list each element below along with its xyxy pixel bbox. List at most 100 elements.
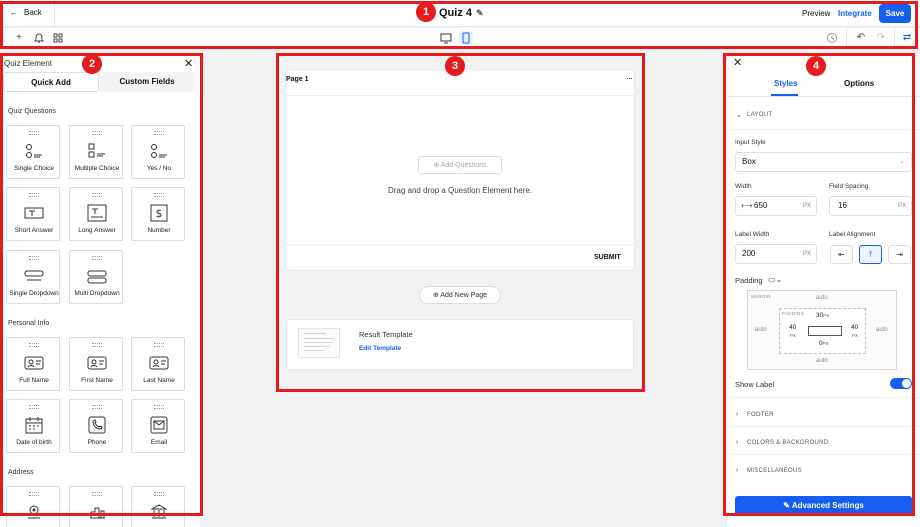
align-right-icon[interactable]: ⇥ — [888, 245, 911, 264]
svg-text:$: $ — [156, 207, 163, 220]
input-style-label: Input Style — [735, 139, 766, 146]
tile-number[interactable]: $ Number — [131, 187, 185, 241]
drag-handle-icon — [154, 405, 164, 409]
save-button[interactable]: Save — [879, 4, 911, 23]
quiz-title-text: Quiz 4 — [439, 7, 473, 19]
tile-address-1[interactable] — [6, 486, 60, 527]
width-label: Width — [735, 183, 752, 190]
submit-button[interactable]: SUBMIT — [594, 254, 621, 261]
tile-label: Multi Dropdown — [74, 290, 120, 297]
drag-handle-icon — [92, 343, 102, 347]
bell-icon[interactable] — [33, 32, 45, 44]
width-value: 650 — [754, 201, 768, 210]
close-icon[interactable]: ✕ — [184, 57, 193, 70]
tile-yes-no[interactable]: Yes / No — [131, 125, 185, 179]
tile-multiple-choice[interactable]: Multiple Choice — [69, 125, 123, 179]
device-select-icon[interactable]: ▭⌄ — [768, 275, 782, 284]
short-answer-icon — [24, 207, 44, 219]
show-label-toggle[interactable] — [890, 378, 912, 389]
tile-label: Number — [147, 227, 171, 234]
tile-email[interactable]: Email — [131, 399, 185, 453]
tile-single-choice[interactable]: Single Choice — [6, 125, 60, 179]
field-spacing-label: Field Spacing — [829, 183, 869, 190]
redo-icon[interactable]: ↷ — [875, 32, 887, 44]
plus-circle-icon: ⊕ — [432, 292, 439, 299]
divider — [727, 397, 920, 398]
margin-top[interactable]: auto — [816, 295, 828, 301]
accordion-layout[interactable]: ⌄ LAYOUT — [727, 103, 920, 129]
padding-top[interactable]: 30PX — [816, 312, 829, 319]
tile-long-answer[interactable]: Long Answer — [69, 187, 123, 241]
section-address: Address — [8, 469, 34, 476]
close-icon[interactable]: ✕ — [733, 56, 742, 69]
tab-custom-fields[interactable]: Custom Fields — [99, 72, 195, 92]
margin-left[interactable]: auto — [755, 327, 767, 333]
tab-quick-add[interactable]: Quick Add — [3, 72, 99, 92]
section-quiz-questions: Quiz Questions — [8, 108, 56, 115]
undo-icon[interactable]: ↶ — [855, 32, 867, 44]
tab-options[interactable]: Options — [844, 79, 874, 88]
section-personal-info: Personal Info — [8, 320, 50, 327]
tile-label: Full Name — [19, 377, 49, 384]
tile-last-name[interactable]: Last Name — [131, 337, 185, 391]
tile-address-3[interactable] — [131, 486, 185, 527]
tile-multi-dropdown[interactable]: Multi Dropdown — [69, 250, 123, 304]
add-new-page-button[interactable]: ⊕ Add New Page — [419, 286, 501, 304]
align-top-icon[interactable]: ⤒ — [859, 245, 882, 264]
padding-label: Padding — [735, 276, 763, 285]
desktop-view-icon[interactable] — [439, 31, 453, 45]
unit-label: PX — [898, 203, 907, 209]
integrate-button[interactable]: Integrate — [838, 9, 872, 18]
margin-right[interactable]: auto — [876, 327, 888, 333]
tile-phone[interactable]: Phone — [69, 399, 123, 453]
back-label: Back — [24, 8, 42, 17]
add-questions-button[interactable]: ⊕ Add Questions — [418, 156, 502, 174]
wand-icon: ✎ — [783, 501, 790, 510]
padding-left[interactable]: 40 — [789, 324, 796, 331]
tile-address-2[interactable] — [69, 486, 123, 527]
id-card-icon — [87, 356, 107, 370]
align-left-icon[interactable]: ⇤ — [830, 245, 853, 264]
grid-icon[interactable] — [52, 32, 64, 44]
divider — [727, 129, 920, 130]
annotation-badge-2: 2 — [82, 54, 102, 74]
drag-handle-icon — [29, 492, 39, 496]
tile-label: Long Answer — [78, 227, 116, 234]
more-options-icon[interactable]: ··· — [626, 73, 633, 83]
mail-icon — [150, 416, 168, 434]
drag-handle-icon — [29, 131, 39, 135]
tile-date-of-birth[interactable]: Date of birth — [6, 399, 60, 453]
pencil-icon[interactable]: ✎ — [476, 8, 484, 19]
padding-right[interactable]: 40 — [851, 324, 858, 331]
input-style-select[interactable]: Box ⌄ — [735, 152, 912, 172]
padding-bottom[interactable]: 0PX — [819, 340, 829, 347]
back-button[interactable]: ← Back — [10, 8, 42, 17]
advanced-settings-button[interactable]: ✎ Advanced Settings — [735, 496, 912, 516]
chevron-right-icon: › — [736, 439, 739, 446]
swap-icon[interactable]: ⇄ — [901, 32, 913, 44]
history-icon[interactable] — [826, 32, 838, 44]
advanced-settings-label: Advanced Settings — [791, 501, 864, 510]
width-icon: ⟷ — [741, 201, 753, 210]
plus-icon[interactable]: + — [13, 32, 25, 44]
quiz-title[interactable]: Quiz 4 ✎ — [439, 7, 484, 19]
tile-single-dropdown[interactable]: Single Dropdown — [6, 250, 60, 304]
mobile-view-icon[interactable] — [459, 31, 473, 45]
arrow-left-icon: ← — [10, 8, 18, 17]
tab-styles[interactable]: Styles — [774, 79, 798, 88]
tile-full-name[interactable]: Full Name — [6, 337, 60, 391]
drag-handle-icon — [29, 193, 39, 197]
tile-first-name[interactable]: First Name — [69, 337, 123, 391]
page-title: Page 1 — [286, 76, 309, 83]
edit-template-link[interactable]: Edit Template — [359, 345, 401, 352]
margin-bottom[interactable]: auto — [816, 358, 828, 364]
preview-button[interactable]: Preview — [802, 9, 830, 18]
tile-label: Short Answer — [14, 227, 54, 234]
landmark-icon — [150, 504, 168, 519]
unit-label: PX — [822, 341, 829, 346]
accordion-miscellaneous[interactable]: › MISCELLANEOUS — [727, 459, 920, 485]
toggle-knob — [902, 379, 911, 388]
tile-short-answer[interactable]: Short Answer — [6, 187, 60, 241]
drag-handle-icon — [154, 492, 164, 496]
drag-handle-icon — [29, 343, 39, 347]
